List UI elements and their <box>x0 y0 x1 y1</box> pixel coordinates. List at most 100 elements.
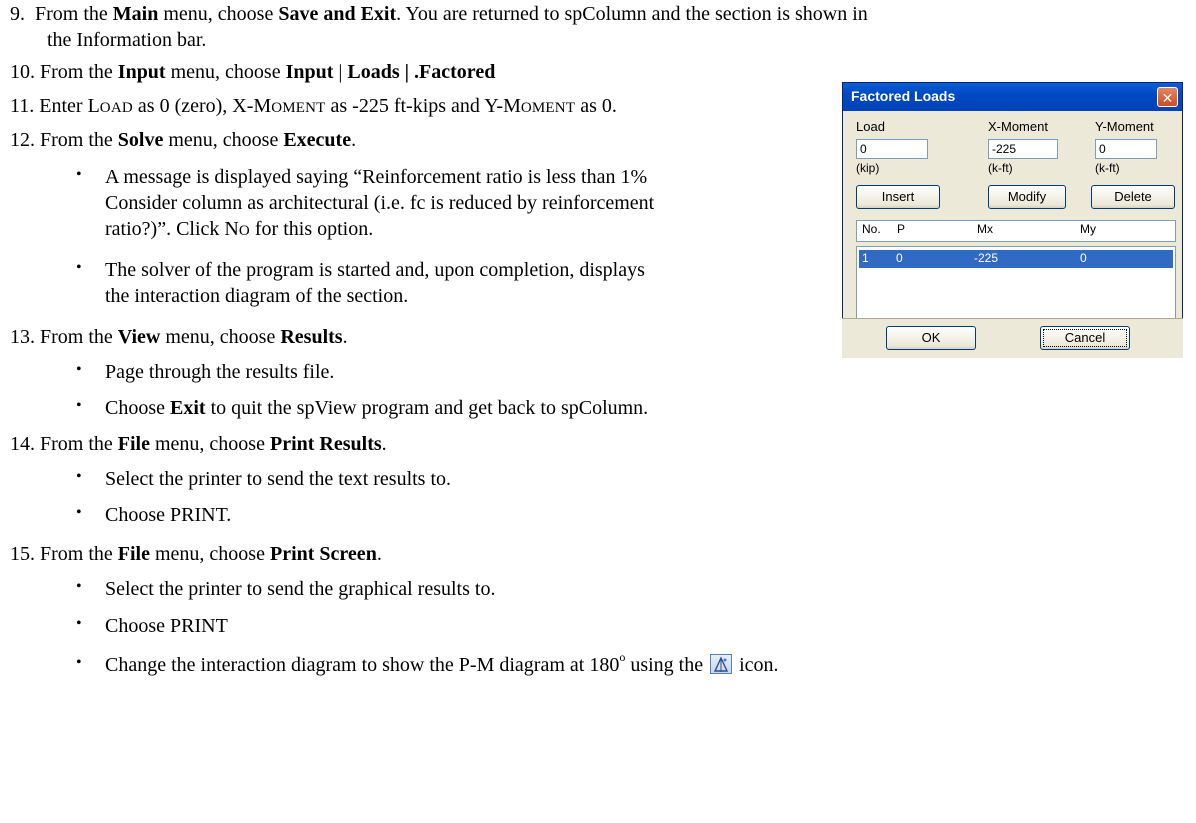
text: . <box>342 326 348 348</box>
small-caps: OAD <box>99 100 133 116</box>
text: From the <box>40 433 118 455</box>
ok-button[interactable]: OK <box>886 326 976 350</box>
col-my: My <box>1080 222 1096 236</box>
list-header: No. P Mx My <box>856 220 1176 242</box>
bullet: • <box>76 654 82 671</box>
text: From the <box>35 3 113 25</box>
step-15: 15. From the File menu, choose Print Scr… <box>10 541 382 567</box>
bullet: • <box>76 361 82 378</box>
menu-name: Input <box>117 61 166 83</box>
row-no: 1 <box>862 251 869 265</box>
col-mx: Mx <box>977 222 993 236</box>
bullet-7: Select the printer to send the graphical… <box>105 578 496 600</box>
bullet: • <box>76 166 82 183</box>
bullet-4: Choose Exit to quit the spView program a… <box>105 395 648 421</box>
xmoment-input[interactable]: -225 <box>988 139 1058 159</box>
text: to quit the spView program and get back … <box>205 397 649 419</box>
text: | <box>333 61 348 83</box>
close-button[interactable]: ✕ <box>1157 87 1178 107</box>
step-number: 11. <box>10 95 35 117</box>
step-11: 11. Enter LOAD as 0 (zero), X-MOMENT as … <box>10 93 617 121</box>
text: From the <box>40 326 118 348</box>
list-row[interactable]: 1 0 -225 0 <box>859 250 1173 268</box>
pm-diagram-icon <box>710 654 733 674</box>
loads-list[interactable]: 1 0 -225 0 <box>856 246 1176 319</box>
dialog-title: Factored Loads <box>851 88 956 104</box>
load-input[interactable]: 0 <box>856 139 928 159</box>
step-number: 14. <box>10 433 35 455</box>
menu-name: Main <box>112 3 159 25</box>
bullet-8: Choose PRINT <box>105 615 228 637</box>
bullet: • <box>76 468 82 485</box>
step-12: 12. From the Solve menu, choose Execute. <box>10 127 356 153</box>
step-number: 15. <box>10 543 35 565</box>
text: using the <box>625 654 709 676</box>
bullet-9: Change the interaction diagram to show t… <box>105 651 779 678</box>
text: . You are returned to spColumn and the s… <box>396 3 868 25</box>
text: ratio?)”. Click N <box>105 218 239 240</box>
xmoment-unit: (k-ft) <box>988 161 1013 175</box>
bullet-2-line1: The solver of the program is started and… <box>105 259 645 281</box>
text: icon. <box>734 654 779 676</box>
bullet: • <box>76 504 82 521</box>
menu-item: Loads | .Factored <box>347 61 496 83</box>
bullet: • <box>76 397 82 414</box>
bullet-2-line2: the interaction diagram of the section. <box>105 285 409 307</box>
bullet-1-line1: A message is displayed saying “Reinforce… <box>105 166 648 188</box>
bullet-5: Select the printer to send the text resu… <box>105 468 452 490</box>
bullet-3: Page through the results file. <box>105 361 335 383</box>
load-label: Load <box>856 119 885 134</box>
ymoment-unit: (k-ft) <box>1095 161 1120 175</box>
small-caps: OMENT <box>520 100 576 116</box>
step-number: 10. <box>10 61 35 83</box>
col-p: P <box>897 222 906 236</box>
text: as 0. <box>575 95 617 117</box>
row-mx: -225 <box>974 251 999 265</box>
text: From the <box>40 543 118 565</box>
text: menu, choose <box>150 433 270 455</box>
step-13: 13. From the View menu, choose Results. <box>10 324 348 350</box>
ymoment-input[interactable]: 0 <box>1095 139 1157 159</box>
bullet: • <box>76 615 82 632</box>
bullet-6: Choose PRINT. <box>105 504 232 526</box>
bullet: • <box>76 578 82 595</box>
text: . <box>376 543 382 565</box>
insert-button[interactable]: Insert <box>856 185 940 209</box>
menu-item: Results <box>280 326 343 348</box>
menu-name: File <box>117 433 150 455</box>
menu-name: View <box>117 326 161 348</box>
step-9-line2: the Information bar. <box>47 29 207 51</box>
text: menu, choose <box>165 61 286 83</box>
factored-loads-dialog: Factored Loads ✕ Load X-Moment Y-Moment … <box>842 82 1183 358</box>
menu-item: Print Screen <box>269 543 377 565</box>
text: Enter L <box>39 95 100 117</box>
dialog-titlebar[interactable]: Factored Loads ✕ <box>843 83 1182 111</box>
step-number: 13. <box>10 326 35 348</box>
load-unit: (kip) <box>856 161 880 175</box>
delete-button[interactable]: Delete <box>1091 185 1175 209</box>
menu-item: Execute <box>283 129 352 151</box>
small-caps: OMENT <box>271 100 326 116</box>
text: From the <box>40 61 118 83</box>
bullet: • <box>76 259 82 276</box>
bullet-1-line2: Consider column as architectural (i.e. f… <box>105 192 655 214</box>
menu-item: Print Results <box>269 433 382 455</box>
xmoment-label: X-Moment <box>988 119 1048 134</box>
document-page: 9. From the Main menu, choose Save and E… <box>0 0 1196 823</box>
text: as 0 (zero), X-M <box>132 95 272 117</box>
cancel-button[interactable]: Cancel <box>1040 326 1130 350</box>
menu-name: Solve <box>117 129 164 151</box>
modify-button[interactable]: Modify <box>988 185 1066 209</box>
text: Change the interaction diagram to show t… <box>105 654 620 676</box>
text: menu, choose <box>160 326 281 348</box>
menu-item: Save and Exit <box>278 3 397 25</box>
step-10: 10. From the Input menu, choose Input | … <box>10 59 495 85</box>
text: for this option. <box>249 218 374 240</box>
text: menu, choose <box>158 3 279 25</box>
close-icon: ✕ <box>1161 90 1174 106</box>
text: Choose <box>105 397 170 419</box>
ymoment-label: Y-Moment <box>1095 119 1154 134</box>
menu-name: File <box>117 543 150 565</box>
row-p: 0 <box>896 251 903 265</box>
text: menu, choose <box>150 543 270 565</box>
